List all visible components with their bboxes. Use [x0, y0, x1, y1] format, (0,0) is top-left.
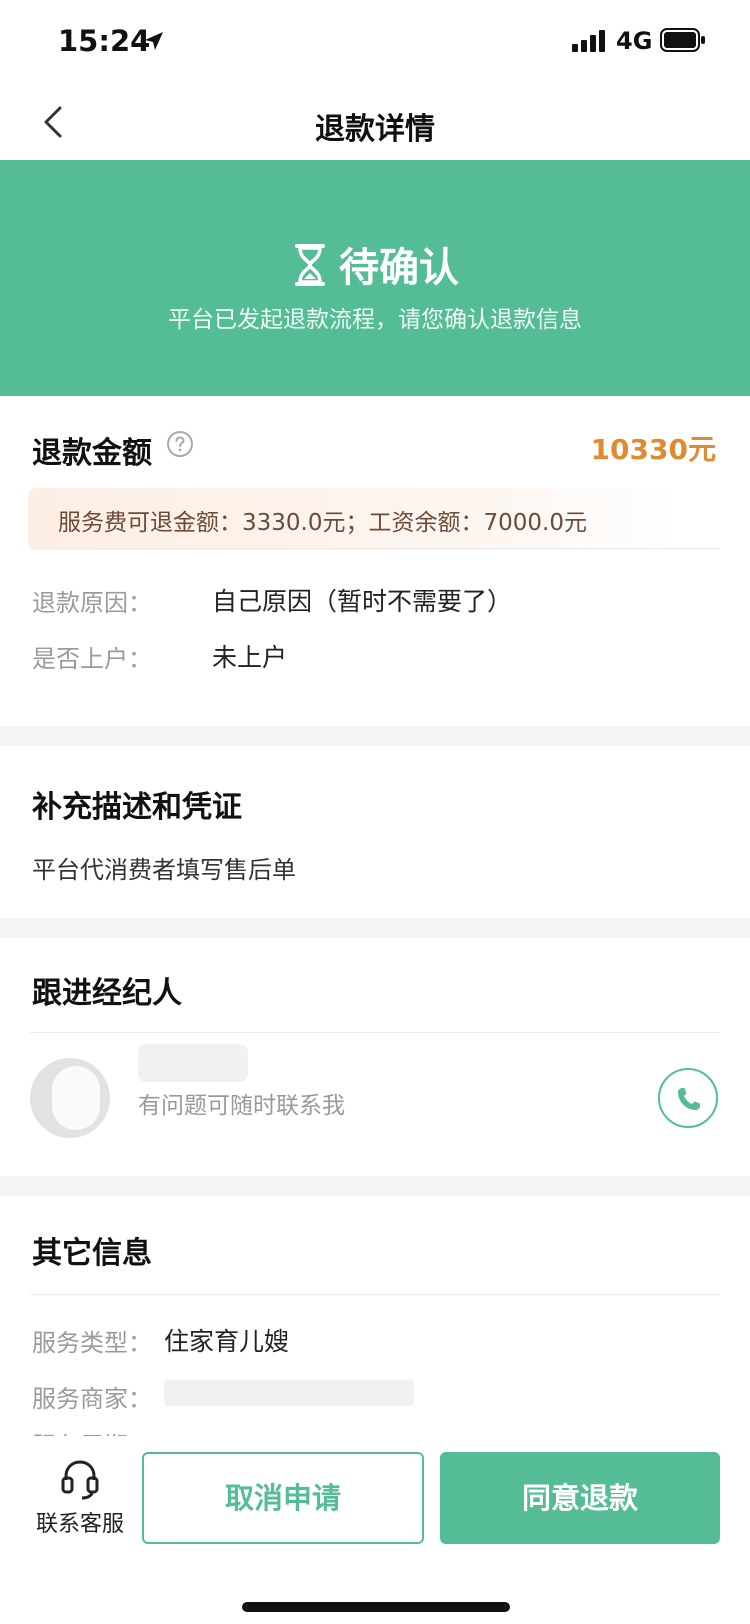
help-icon[interactable]	[166, 430, 194, 458]
network-type: 4G	[616, 27, 653, 55]
refund-amount-title: 退款金额	[32, 436, 152, 471]
hourglass-icon	[295, 244, 325, 286]
merchant-value-redacted	[164, 1379, 414, 1408]
registered-value: 未上户	[212, 643, 288, 672]
supplement-title: 补充描述和凭证	[32, 790, 242, 825]
supplement-card: 补充描述和凭证 平台代消费者填写售后单	[0, 746, 750, 918]
status-heading: 待确认	[0, 235, 750, 293]
bottom-action-bar: 联系客服 取消申请 同意退款	[0, 1436, 750, 1624]
agent-card: 跟进经纪人 有问题可随时联系我	[0, 938, 750, 1176]
registered-label: 是否上户：	[32, 645, 152, 673]
location-arrow-icon	[145, 32, 163, 50]
agree-refund-button[interactable]: 同意退款	[440, 1452, 720, 1544]
agent-name-redacted	[138, 1044, 248, 1082]
service-period-label: 服务周期：	[32, 1426, 152, 1436]
status-banner: 待确认 平台已发起退款流程，请您确认退款信息	[0, 160, 750, 396]
phone-icon	[678, 1088, 700, 1110]
signal-icon	[572, 30, 605, 52]
refund-amount-card: 退款金额 10330元 服务费可退金额：3330.0元；工资余额：7000.0元…	[0, 396, 750, 726]
battery-icon	[660, 28, 705, 52]
refund-breakdown: 服务费可退金额：3330.0元；工资余额：7000.0元	[28, 488, 678, 550]
refund-reason-value: 自己原因（暂时不需要了）	[212, 587, 513, 616]
service-type-label: 服务类型：	[32, 1329, 152, 1357]
merchant-label: 服务商家：	[32, 1385, 152, 1413]
nav-bar: 退款详情	[0, 88, 750, 160]
avatar	[30, 1058, 110, 1138]
divider	[30, 1294, 720, 1295]
status-subtitle: 平台已发起退款流程，请您确认退款信息	[168, 307, 582, 333]
home-indicator	[242, 1602, 510, 1612]
status-text: 待确认	[339, 245, 459, 291]
supplement-text: 平台代消费者填写售后单	[32, 856, 296, 884]
service-type-value: 住家育儿嫂	[164, 1327, 290, 1356]
call-agent-button[interactable]	[658, 1068, 718, 1128]
agent-title: 跟进经纪人	[32, 976, 182, 1011]
divider	[30, 1032, 720, 1033]
other-info-card: 其它信息 服务类型： 住家育儿嫂 服务商家： 服务周期：	[0, 1196, 750, 1436]
other-info-title: 其它信息	[32, 1236, 152, 1271]
status-bar: 15:24 4G	[0, 0, 750, 88]
refund-reason-label: 退款原因：	[32, 589, 152, 617]
agent-subtitle: 有问题可随时联系我	[138, 1093, 345, 1119]
customer-service-button[interactable]: 联系客服	[28, 1456, 132, 1552]
customer-service-label: 联系客服	[35, 1512, 124, 1537]
status-time: 15:24	[58, 24, 151, 58]
divider	[30, 548, 720, 549]
refund-breakdown-text: 服务费可退金额：3330.0元；工资余额：7000.0元	[58, 510, 587, 536]
page-title: 退款详情	[315, 112, 435, 147]
refund-amount-value: 10330元	[590, 433, 716, 466]
cancel-request-button[interactable]: 取消申请	[142, 1452, 424, 1544]
headset-icon	[61, 1460, 99, 1500]
